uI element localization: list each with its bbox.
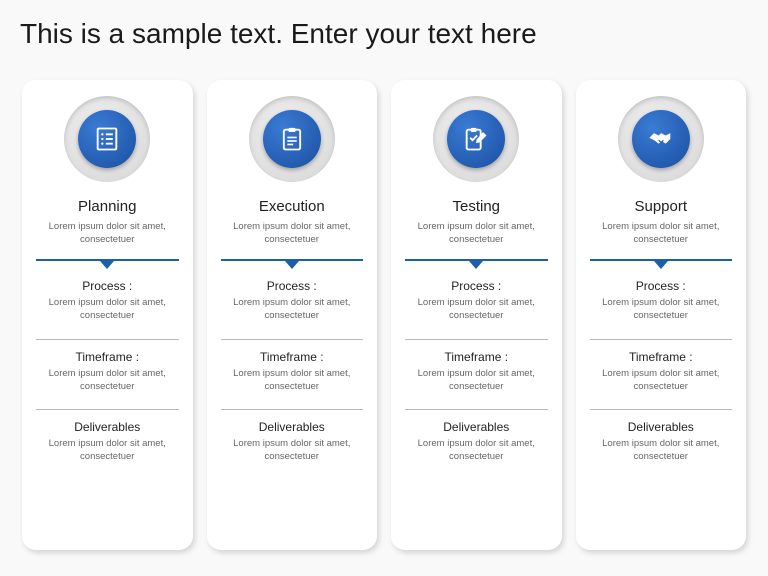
timeframe-section: Timeframe : Lorem ipsum dolor sit amet, … xyxy=(405,350,548,394)
deliverables-desc: Lorem ipsum dolor sit amet, consectetuer xyxy=(405,438,548,464)
divider xyxy=(405,409,548,410)
divider xyxy=(590,409,733,410)
divider xyxy=(590,339,733,340)
arrow-divider xyxy=(405,259,548,270)
deliverables-desc: Lorem ipsum dolor sit amet, consectetuer xyxy=(36,438,179,464)
divider xyxy=(405,339,548,340)
timeframe-desc: Lorem ipsum dolor sit amet, consectetuer xyxy=(221,368,364,394)
divider xyxy=(36,409,179,410)
deliverables-label: Deliverables xyxy=(36,420,179,434)
deliverables-label: Deliverables xyxy=(590,420,733,434)
divider xyxy=(36,339,179,340)
deliverables-section: Deliverables Lorem ipsum dolor sit amet,… xyxy=(590,420,733,464)
process-section: Process : Lorem ipsum dolor sit amet, co… xyxy=(36,279,179,323)
card-title: Planning xyxy=(78,198,136,215)
arrow-divider xyxy=(590,259,733,270)
card-title: Testing xyxy=(452,198,500,215)
card-planning: Planning Lorem ipsum dolor sit amet, con… xyxy=(22,80,193,550)
timeframe-section: Timeframe : Lorem ipsum dolor sit amet, … xyxy=(36,350,179,394)
deliverables-desc: Lorem ipsum dolor sit amet, consectetuer xyxy=(221,438,364,464)
card-title: Execution xyxy=(259,198,325,215)
card-testing: Testing Lorem ipsum dolor sit amet, cons… xyxy=(391,80,562,550)
process-section: Process : Lorem ipsum dolor sit amet, co… xyxy=(405,279,548,323)
arrow-divider xyxy=(221,259,364,270)
card-row: Planning Lorem ipsum dolor sit amet, con… xyxy=(0,60,768,550)
timeframe-desc: Lorem ipsum dolor sit amet, consectetuer xyxy=(405,368,548,394)
process-desc: Lorem ipsum dolor sit amet, consectetuer xyxy=(590,297,733,323)
card-desc: Lorem ipsum dolor sit amet, consectetuer xyxy=(590,221,733,247)
icon-ring xyxy=(249,96,335,182)
handshake-icon xyxy=(632,110,690,168)
deliverables-desc: Lorem ipsum dolor sit amet, consectetuer xyxy=(590,438,733,464)
icon-ring xyxy=(618,96,704,182)
deliverables-label: Deliverables xyxy=(405,420,548,434)
process-label: Process : xyxy=(590,279,733,293)
process-label: Process : xyxy=(221,279,364,293)
timeframe-label: Timeframe : xyxy=(36,350,179,364)
card-desc: Lorem ipsum dolor sit amet, consectetuer xyxy=(405,221,548,247)
timeframe-desc: Lorem ipsum dolor sit amet, consectetuer xyxy=(590,368,733,394)
deliverables-label: Deliverables xyxy=(221,420,364,434)
timeframe-section: Timeframe : Lorem ipsum dolor sit amet, … xyxy=(590,350,733,394)
deliverables-section: Deliverables Lorem ipsum dolor sit amet,… xyxy=(221,420,364,464)
process-desc: Lorem ipsum dolor sit amet, consectetuer xyxy=(405,297,548,323)
clipboard-icon xyxy=(263,110,321,168)
divider xyxy=(221,339,364,340)
process-section: Process : Lorem ipsum dolor sit amet, co… xyxy=(221,279,364,323)
card-desc: Lorem ipsum dolor sit amet, consectetuer xyxy=(36,221,179,247)
timeframe-label: Timeframe : xyxy=(590,350,733,364)
deliverables-section: Deliverables Lorem ipsum dolor sit amet,… xyxy=(36,420,179,464)
process-desc: Lorem ipsum dolor sit amet, consectetuer xyxy=(221,297,364,323)
timeframe-label: Timeframe : xyxy=(221,350,364,364)
clipboard-pen-icon xyxy=(447,110,505,168)
card-title: Support xyxy=(634,198,687,215)
divider xyxy=(221,409,364,410)
card-desc: Lorem ipsum dolor sit amet, consectetuer xyxy=(221,221,364,247)
card-execution: Execution Lorem ipsum dolor sit amet, co… xyxy=(207,80,378,550)
list-icon xyxy=(78,110,136,168)
timeframe-section: Timeframe : Lorem ipsum dolor sit amet, … xyxy=(221,350,364,394)
deliverables-section: Deliverables Lorem ipsum dolor sit amet,… xyxy=(405,420,548,464)
process-label: Process : xyxy=(36,279,179,293)
arrow-divider xyxy=(36,259,179,270)
timeframe-label: Timeframe : xyxy=(405,350,548,364)
process-section: Process : Lorem ipsum dolor sit amet, co… xyxy=(590,279,733,323)
icon-ring xyxy=(433,96,519,182)
timeframe-desc: Lorem ipsum dolor sit amet, consectetuer xyxy=(36,368,179,394)
icon-ring xyxy=(64,96,150,182)
card-support: Support Lorem ipsum dolor sit amet, cons… xyxy=(576,80,747,550)
process-label: Process : xyxy=(405,279,548,293)
process-desc: Lorem ipsum dolor sit amet, consectetuer xyxy=(36,297,179,323)
page-title: This is a sample text. Enter your text h… xyxy=(0,0,768,60)
